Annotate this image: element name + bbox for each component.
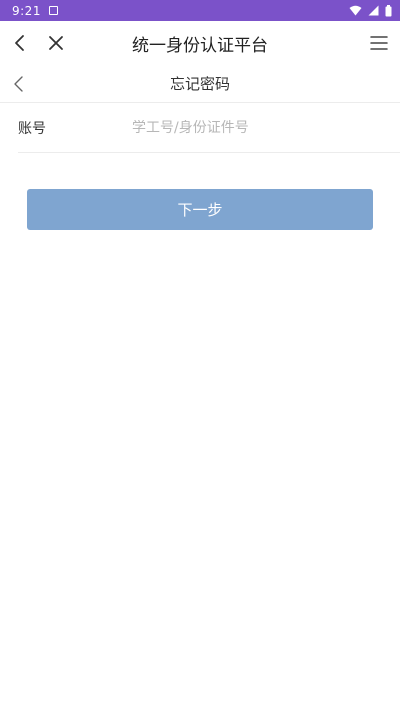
status-icons (349, 4, 392, 17)
status-bar: 9:21 (0, 0, 400, 21)
notification-icon (48, 6, 58, 15)
account-row: 账号 (18, 103, 400, 153)
status-time: 9:21 (12, 3, 41, 18)
next-button[interactable]: 下一步 (27, 189, 373, 230)
battery-icon (385, 4, 392, 16)
app-header: 统一身份认证平台 (0, 21, 400, 65)
page-back-icon[interactable] (12, 75, 26, 93)
menu-icon[interactable] (370, 34, 388, 52)
back-icon[interactable] (10, 33, 30, 53)
wifi-icon (349, 5, 362, 16)
account-input[interactable] (132, 119, 372, 136)
page-header: 忘记密码 (0, 65, 400, 103)
close-icon[interactable] (46, 33, 66, 53)
account-label: 账号 (18, 120, 46, 137)
page-title: 忘记密码 (169, 75, 230, 93)
signal-icon (368, 5, 379, 16)
